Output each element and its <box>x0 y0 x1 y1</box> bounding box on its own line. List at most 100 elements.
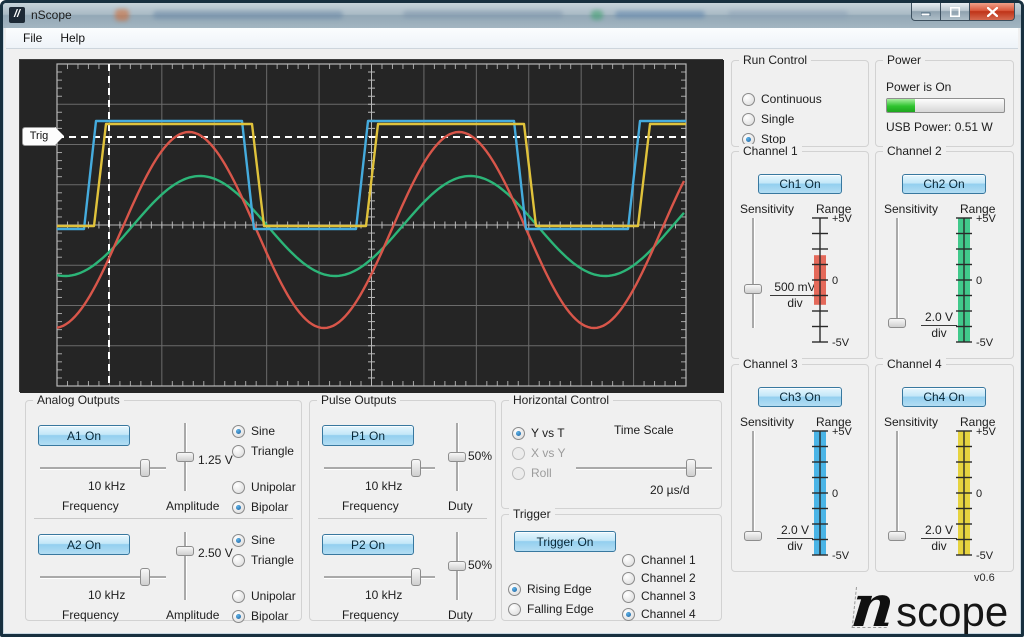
a2-on-button[interactable]: A2 On <box>38 534 130 555</box>
p1-frequency-slider-thumb[interactable] <box>411 459 422 477</box>
radio-channel-3[interactable]: Channel 3 <box>622 587 696 605</box>
radio-unipolar[interactable]: Unipolar <box>232 586 296 606</box>
radio-label: X vs Y <box>531 446 566 460</box>
p2-frequency-slider-thumb[interactable] <box>411 568 422 586</box>
p2-duty-slider-thumb[interactable] <box>448 561 466 571</box>
radio-triangle[interactable]: Triangle <box>232 550 294 570</box>
a2-amplitude-slider[interactable] <box>176 530 194 602</box>
ch1-on-button[interactable]: Ch1 On <box>758 174 842 194</box>
radio-label: Channel 2 <box>641 571 696 585</box>
a2-amplitude-label: Amplitude <box>166 608 220 622</box>
ch3-on-button[interactable]: Ch3 On <box>758 387 842 407</box>
radio-channel-1[interactable]: Channel 1 <box>622 551 696 569</box>
radio-rising-edge[interactable]: Rising Edge <box>508 579 594 599</box>
ch4-sensitivity-slider-thumb[interactable] <box>888 530 906 541</box>
ch2-sensitivity-slider[interactable] <box>888 216 906 330</box>
a1-frequency-slider-thumb[interactable] <box>140 459 150 477</box>
radio-sine[interactable]: Sine <box>232 530 294 550</box>
close-button[interactable] <box>969 3 1015 21</box>
radio-continuous[interactable]: Continuous <box>742 89 822 109</box>
p2-duty-value: 50% <box>468 558 493 572</box>
a2-amplitude-slider-thumb[interactable] <box>176 545 194 556</box>
radio-triangle[interactable]: Triangle <box>232 441 294 461</box>
group-title: Analog Outputs <box>33 393 124 407</box>
ch1-sensitivity-slider[interactable] <box>744 216 762 330</box>
svg-text:0: 0 <box>976 275 982 287</box>
a2-frequency-slider[interactable] <box>38 568 168 586</box>
radio-label: Sine <box>251 424 276 438</box>
radio-unipolar[interactable]: Unipolar <box>232 477 296 497</box>
p1-frequency-slider[interactable] <box>322 459 437 477</box>
channel-2-panel: Channel 2 Ch2 On Sensitivity Range 2.0 V… <box>875 144 1014 359</box>
divider <box>34 518 293 519</box>
radio-single[interactable]: Single <box>742 109 822 129</box>
radio-circle-icon <box>232 500 245 514</box>
p1-duty-slider[interactable] <box>448 421 466 493</box>
radio-label: Bipolar <box>251 500 289 514</box>
a1-amplitude-slider[interactable] <box>176 421 194 493</box>
slider-track[interactable] <box>896 431 898 541</box>
group-title: Horizontal Control <box>509 393 614 407</box>
maximize-button[interactable] <box>941 3 969 21</box>
ch1-range-indicator: +5V 0 -5V <box>812 213 853 349</box>
radio-label: Bipolar <box>251 609 289 623</box>
slider-track[interactable] <box>752 218 754 328</box>
radio-channel-4[interactable]: Channel 4 <box>622 605 696 623</box>
radio-falling-edge[interactable]: Falling Edge <box>508 599 594 619</box>
run-mode-options: Continuous Single Stop <box>742 89 822 149</box>
power-status: Power is On <box>886 80 952 94</box>
menu-file[interactable]: File <box>14 29 51 47</box>
group-title: Run Control <box>739 53 812 67</box>
slider-track[interactable] <box>896 218 898 328</box>
minimize-button[interactable] <box>911 3 941 21</box>
ch2-sensitivity-slider-thumb[interactable] <box>888 317 906 328</box>
p1-on-button[interactable]: P1 On <box>322 425 414 446</box>
ch3-sensitivity-slider[interactable] <box>744 429 762 543</box>
a1-amplitude-value: 1.25 V <box>198 453 233 467</box>
run-control-panel: Run Control Continuous Single Stop <box>731 53 869 149</box>
radio-sine[interactable]: Sine <box>232 421 294 441</box>
radio-label: Continuous <box>761 92 822 106</box>
p1-duty-slider-thumb[interactable] <box>448 452 466 462</box>
p1-frequency-label: Frequency <box>342 499 399 513</box>
p2-frequency-slider[interactable] <box>322 568 437 586</box>
p2-on-button[interactable]: P2 On <box>322 534 414 555</box>
usb-power-value: USB Power: 0.51 W <box>886 120 993 134</box>
svg-text:+5V: +5V <box>976 426 997 438</box>
radio-bipolar[interactable]: Bipolar <box>232 606 296 626</box>
a1-frequency-slider[interactable] <box>38 459 168 477</box>
trigger-on-button[interactable]: Trigger On <box>514 531 616 552</box>
scope-display[interactable]: Trig <box>19 59 724 393</box>
a2-frequency-slider-thumb[interactable] <box>140 568 150 586</box>
ch3-sensitivity-slider-thumb[interactable] <box>744 530 762 541</box>
radio-channel-2[interactable]: Channel 2 <box>622 569 696 587</box>
radio-circle-icon <box>622 553 635 567</box>
a1-on-button[interactable]: A1 On <box>38 425 130 446</box>
slider-track[interactable] <box>184 532 186 600</box>
a1-frequency-label: Frequency <box>62 499 119 513</box>
menu-help[interactable]: Help <box>51 29 94 47</box>
ch1-sensitivity-slider-thumb[interactable] <box>744 283 762 294</box>
slider-track[interactable] <box>752 431 754 541</box>
radio-circle-icon <box>232 609 245 623</box>
p1-duty-label: Duty <box>448 499 473 513</box>
trigger-level-flag[interactable]: Trig <box>22 127 64 146</box>
radio-label: Rising Edge <box>527 582 592 596</box>
titlebar-glass-smudge <box>728 11 848 18</box>
time-scale-slider-thumb[interactable] <box>685 459 696 477</box>
svg-text:-5V: -5V <box>976 337 994 349</box>
ch4-sensitivity-slider[interactable] <box>888 429 906 543</box>
time-scale-slider[interactable] <box>574 459 714 477</box>
pulse-output-1-row: P1 On 10 kHz Frequency 50% Duty <box>310 413 495 513</box>
ch2-on-button[interactable]: Ch2 On <box>902 174 986 194</box>
a1-amplitude-slider-thumb[interactable] <box>176 452 194 462</box>
p2-duty-slider[interactable] <box>448 530 466 602</box>
ch4-on-button[interactable]: Ch4 On <box>902 387 986 407</box>
radio-label: Unipolar <box>251 589 296 603</box>
radio-label: Unipolar <box>251 480 296 494</box>
radio-bipolar[interactable]: Bipolar <box>232 497 296 517</box>
sensitivity-label: Sensitivity <box>740 202 795 216</box>
logo-n-glyph: n <box>848 572 898 637</box>
titlebar[interactable]: // nScope <box>3 3 1021 28</box>
radio-y-vs-t[interactable]: Y vs T <box>512 423 565 443</box>
